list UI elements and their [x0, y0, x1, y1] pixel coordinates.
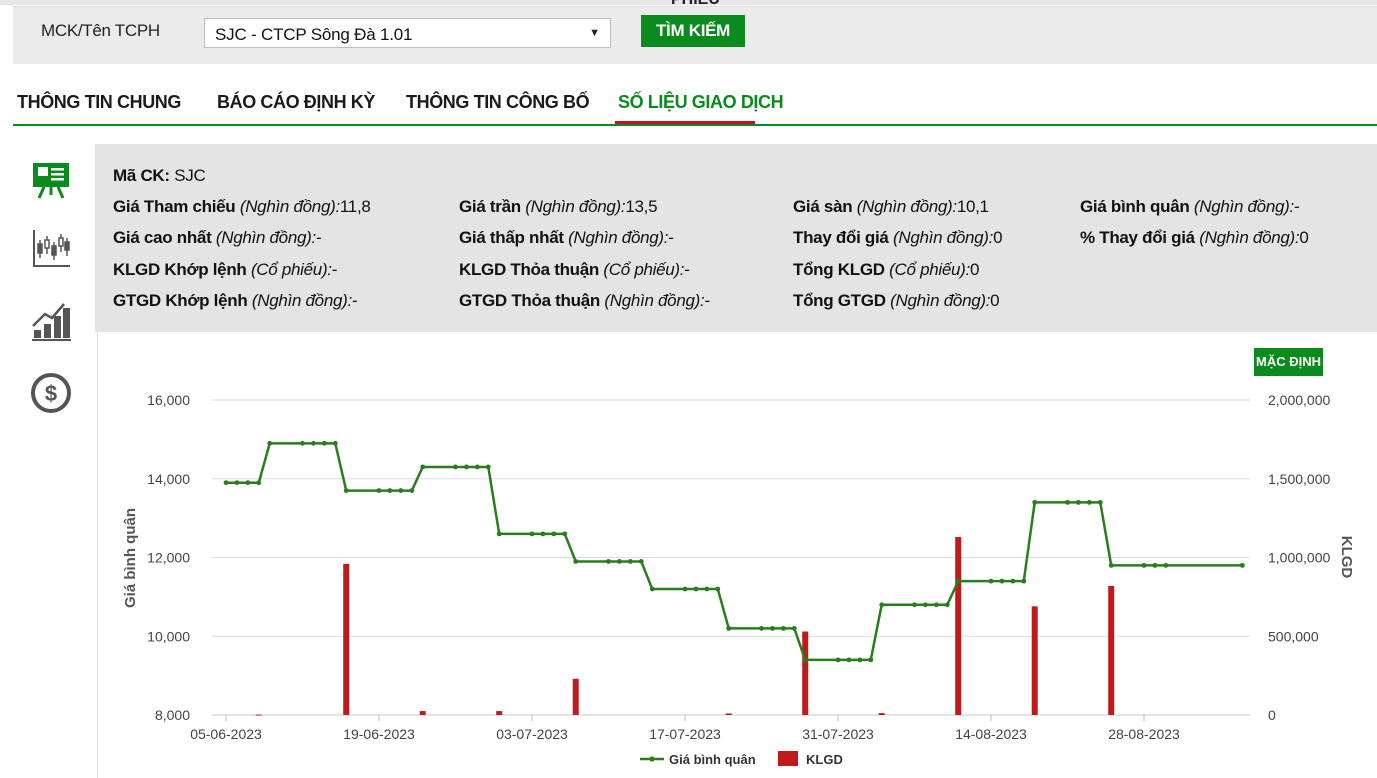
info-item: Giá Tham chiếu (Nghìn đồng):11,8	[113, 197, 371, 216]
info-item: GTGD Thỏa thuận (Nghìn đồng):-	[459, 291, 710, 310]
tab-general-info[interactable]: THÔNG TIN CHUNG	[17, 92, 181, 113]
info-item: Tổng KLGD (Cổ phiếu):0	[793, 260, 980, 279]
stock-select-value: SJC - CTCP Sông Đà 1.01	[215, 25, 413, 44]
search-bar: MCK/Tên TCPH SJC - CTCP Sông Đà 1.01 ▼ T…	[13, 6, 1377, 64]
svg-text:$: $	[45, 381, 57, 406]
stock-info-panel: Mã CK: SJC Giá Tham chiếu (Nghìn đồng):1…	[95, 144, 1377, 332]
info-item: Thay đổi giá (Nghìn đồng):0	[793, 228, 1003, 247]
bar-chart-trend-icon[interactable]	[30, 300, 72, 342]
ticker-label: Mã CK:	[113, 166, 170, 185]
search-button[interactable]: TÌM KIẾM	[641, 15, 745, 47]
tab-trading-data[interactable]: SỐ LIỆU GIAO DỊCH	[618, 92, 784, 113]
chart-area	[97, 332, 1377, 778]
info-item: Giá bình quân (Nghìn đồng):-	[1080, 197, 1300, 216]
caret-down-icon: ▼	[589, 27, 600, 39]
info-item: Tổng GTGD (Nghìn đồng):0	[793, 291, 1000, 310]
button-overflow-text: PHIẾU	[671, 0, 720, 9]
tab-bar: THÔNG TIN CHUNG BÁO CÁO ĐỊNH KỲ THÔNG TI…	[13, 82, 1377, 126]
stock-code-label: MCK/Tên TCPH	[41, 21, 160, 40]
info-item: KLGD Thỏa thuận (Cổ phiếu):-	[459, 260, 690, 279]
info-item: Giá cao nhất (Nghìn đồng):-	[113, 228, 322, 247]
candlestick-chart-icon[interactable]	[30, 228, 72, 270]
info-item: Giá thấp nhất (Nghìn đồng):-	[459, 228, 674, 247]
tab-periodic-reports[interactable]: BÁO CÁO ĐỊNH KỲ	[217, 92, 375, 113]
ticker-row: Mã CK: SJC	[113, 166, 206, 186]
active-tab-underline	[615, 121, 755, 124]
info-item: Giá trần (Nghìn đồng):13,5	[459, 197, 658, 216]
ticker-value: SJC	[174, 166, 206, 185]
info-item: GTGD Khớp lệnh (Nghìn đồng):-	[113, 291, 358, 310]
tab-disclosures[interactable]: THÔNG TIN CÔNG BỐ	[406, 92, 590, 113]
default-view-button[interactable]: MẶC ĐỊNH	[1254, 348, 1323, 376]
presentation-board-icon[interactable]	[30, 158, 72, 200]
info-item: KLGD Khớp lệnh (Cổ phiếu):-	[113, 260, 338, 279]
dollar-coin-icon[interactable]: $	[30, 372, 72, 414]
stock-select[interactable]: SJC - CTCP Sông Đà 1.01 ▼	[204, 18, 611, 48]
info-item: Giá sàn (Nghìn đồng):10,1	[793, 197, 989, 216]
info-item: % Thay đổi giá (Nghìn đồng):0	[1080, 228, 1309, 247]
